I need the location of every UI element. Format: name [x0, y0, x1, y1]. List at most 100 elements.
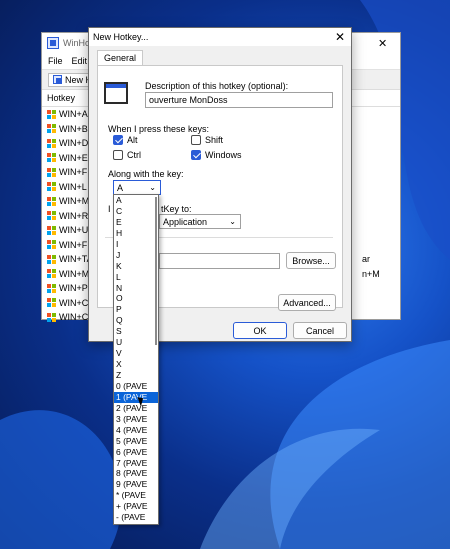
- hotkey-row-label: WIN+E: [59, 152, 88, 163]
- key-option[interactable]: J: [114, 250, 158, 261]
- tab-general[interactable]: General: [97, 50, 144, 66]
- windows-logo-icon: [47, 138, 56, 148]
- windows-checkbox[interactable]: Windows: [191, 150, 242, 160]
- key-option[interactable]: 2 (PAVE: [114, 403, 158, 414]
- hotkey-column-label: Hotkey: [47, 93, 76, 103]
- shift-checkbox-label: Shift: [205, 135, 224, 145]
- windows-logo-icon: [47, 124, 56, 134]
- ok-button[interactable]: OK: [233, 322, 287, 339]
- windows-logo-icon: [47, 283, 56, 293]
- windows-logo-icon: [47, 240, 56, 250]
- menu-edit[interactable]: Edit: [72, 56, 88, 66]
- key-option[interactable]: - (PAVE: [114, 512, 158, 523]
- menu-file[interactable]: File: [48, 56, 63, 66]
- action-label-start: I: [108, 204, 111, 214]
- windows-checkbox-label: Windows: [205, 150, 242, 160]
- key-option[interactable]: K: [114, 261, 158, 272]
- key-option[interactable]: L: [114, 272, 158, 283]
- alt-checkbox-box[interactable]: [113, 135, 123, 145]
- key-option[interactable]: 8 (PAVE: [114, 468, 158, 479]
- dialog-close-button[interactable]: ✕: [335, 30, 345, 44]
- windows-logo-icon: [47, 196, 56, 206]
- key-option[interactable]: 4 (PAVE: [114, 425, 158, 436]
- hotkey-row-label: WIN+F: [59, 239, 88, 250]
- monitor-icon: [104, 82, 128, 104]
- alt-checkbox-label: Alt: [127, 135, 138, 145]
- key-option[interactable]: V: [114, 348, 158, 359]
- key-option[interactable]: S: [114, 326, 158, 337]
- hotkey-row-action: n+M: [362, 268, 380, 279]
- windows-logo-icon: [47, 211, 56, 221]
- key-option[interactable]: A: [114, 195, 158, 206]
- key-dropdown-items: ACEHIJKLNOPQSUVXZ0 (PAVE 1 (PAVE 2 (PAVE 3 …: [114, 195, 158, 523]
- chevron-down-icon: ⌄: [229, 217, 236, 226]
- key-dropdown-list[interactable]: ACEHIJKLNOPQSUVXZ0 (PAVE 1 (PAVE 2 (PAVE 3 …: [113, 194, 159, 525]
- key-option[interactable]: O: [114, 293, 158, 304]
- description-input[interactable]: ouverture MonDoss: [145, 92, 333, 108]
- ctrl-checkbox-label: Ctrl: [127, 150, 141, 160]
- key-option[interactable]: N: [114, 283, 158, 294]
- key-option[interactable]: 6 (PAVE: [114, 447, 158, 458]
- key-select[interactable]: A ⌄: [113, 180, 161, 195]
- key-option[interactable]: X: [114, 359, 158, 370]
- action-label-end: tKey to:: [161, 204, 192, 214]
- cancel-button[interactable]: Cancel: [293, 322, 347, 339]
- windows-logo-icon: [47, 153, 56, 163]
- windows-logo-icon: [47, 167, 56, 177]
- windows-logo-icon: [47, 312, 56, 322]
- hotkey-row-label: WIN+U: [59, 225, 89, 236]
- ctrl-checkbox-box[interactable]: [113, 150, 123, 160]
- back-window-close-button[interactable]: ✕: [378, 37, 387, 50]
- action-select[interactable]: Application ⌄: [159, 214, 241, 229]
- windows-checkbox-box[interactable]: [191, 150, 201, 160]
- key-option[interactable]: 7 (PAVE: [114, 458, 158, 469]
- key-option[interactable]: + (PAVE: [114, 501, 158, 512]
- shift-checkbox-box[interactable]: [191, 135, 201, 145]
- key-select-value: A: [117, 182, 124, 193]
- along-with-key-label: Along with the key:: [108, 169, 184, 179]
- hotkey-row-label: WIN+M: [59, 268, 90, 279]
- key-option[interactable]: 3 (PAVE: [114, 414, 158, 425]
- hotkey-row-label: WIN+R: [59, 210, 89, 221]
- dialog-titlebar[interactable]: New Hotkey... ✕: [89, 28, 351, 46]
- key-option[interactable]: 5 (PAVE: [114, 436, 158, 447]
- windows-logo-icon: [47, 298, 56, 308]
- key-option[interactable]: I: [114, 239, 158, 250]
- chevron-down-icon: ⌄: [149, 183, 156, 192]
- dropdown-scrollbar[interactable]: [155, 197, 157, 345]
- key-option[interactable]: 0 (PAVE: [114, 381, 158, 392]
- shift-checkbox[interactable]: Shift: [191, 135, 223, 145]
- hotkey-row-label: WIN+B: [59, 123, 88, 134]
- windows-logo-icon: [47, 182, 56, 192]
- hotkey-row-label: WIN+F: [59, 167, 88, 178]
- ctrl-checkbox[interactable]: Ctrl: [113, 150, 141, 160]
- key-option[interactable]: U: [114, 337, 158, 348]
- windows-logo-icon: [47, 269, 56, 279]
- hotkey-row-label: WIN+M: [59, 196, 90, 207]
- key-option[interactable]: 9 (PAVE: [114, 479, 158, 490]
- alt-checkbox[interactable]: Alt: [113, 135, 138, 145]
- browse-button[interactable]: Browse...: [286, 252, 336, 269]
- key-option[interactable]: Z: [114, 370, 158, 381]
- windows-logo-icon: [47, 109, 56, 119]
- press-keys-label: When I press these keys:: [108, 124, 210, 134]
- key-option[interactable]: Q: [114, 315, 158, 326]
- key-option[interactable]: E: [114, 217, 158, 228]
- windows-logo-icon: [47, 225, 56, 235]
- hotkey-row-label: WIN+D: [59, 138, 89, 149]
- new-hotkey-icon: [53, 75, 62, 84]
- action-select-value: Application: [163, 216, 208, 227]
- path-input[interactable]: [159, 253, 280, 269]
- key-option[interactable]: C: [114, 206, 158, 217]
- key-option[interactable]: 1 (PAVE: [114, 391, 158, 403]
- advanced-button[interactable]: Advanced...: [278, 294, 336, 311]
- hotkey-row-action: ar: [362, 254, 371, 265]
- back-window-title: WinHo: [63, 38, 91, 48]
- key-option[interactable]: P: [114, 304, 158, 315]
- windows-logo-icon: [47, 254, 56, 264]
- winhotkey-app-icon: [47, 37, 59, 49]
- description-label: Description of this hotkey (optional):: [145, 81, 289, 91]
- key-option[interactable]: H: [114, 228, 158, 239]
- key-option[interactable]: * (PAVE: [114, 490, 158, 501]
- hotkey-row-label: WIN+A: [59, 109, 88, 120]
